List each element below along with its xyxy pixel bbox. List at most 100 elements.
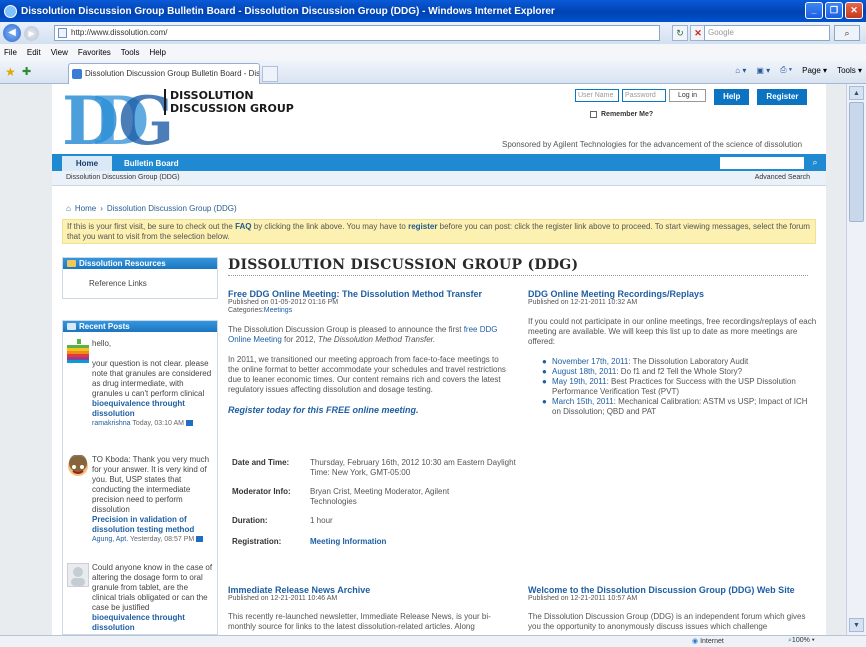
zoom-level[interactable]: ⌕100% ▾ [788,637,815,645]
article-news-archive: Immediate Release News Archive Published… [228,585,510,632]
add-favorite-icon[interactable]: ✚ [22,65,31,78]
recording-link[interactable]: March 15th, 2011 [552,397,614,406]
article-title[interactable]: Free DDG Online Meeting: The Dissolution… [228,289,508,299]
back-button[interactable]: ◀ [3,24,21,42]
post-icon[interactable] [185,420,193,427]
site-search-input[interactable] [720,157,804,169]
menu-view[interactable]: View [51,48,68,57]
article-date: Published on 01-05-2012 01:16 PM [228,299,339,306]
recording-link[interactable]: August 18th, 2011 [552,367,616,376]
browser-tab[interactable]: Dissolution Discussion Group Bulletin Bo… [68,63,260,84]
recording-link[interactable]: May 19th, 2011 [552,377,607,386]
tools-menu[interactable]: Tools ▾ [837,66,862,75]
post-icon[interactable] [196,536,204,543]
list-item: hello, your question is not clear. pleas… [67,339,215,451]
post-thread-link[interactable]: bioequivalence throught dissolution [92,399,214,419]
forward-button[interactable]: ▶ [24,25,39,41]
page-viewport: D D G DISSOLUTION DISCUSSION GROUP User … [0,84,846,635]
reference-links[interactable]: Reference Links [89,279,147,288]
search-input[interactable]: Google [704,25,830,41]
article-body: If you could not participate in our onli… [528,317,817,346]
refresh-icon[interactable]: ↻ [672,25,688,41]
menu-file[interactable]: File [4,48,17,57]
username-input[interactable]: User Name [575,89,619,102]
article-title[interactable]: Welcome to the Dissolution Discussion Gr… [528,585,818,595]
avatar-face [67,454,89,479]
title-divider [228,275,808,276]
article-body: In 2011, we transitioned our meeting app… [228,355,506,394]
remember-me[interactable]: Remember Me? [590,111,653,118]
menu-edit[interactable]: Edit [27,48,41,57]
resources-header: Dissolution Resources [63,258,217,269]
remember-checkbox[interactable] [590,111,597,118]
post-thread-link[interactable]: Precision in validation of dissolution t… [92,515,214,535]
window-title: Dissolution Discussion Group Bulletin Bo… [21,5,555,17]
meeting-info-link[interactable]: Meeting Information [310,537,520,547]
address-bar-row: ◀ ▶ http://www.dissolution.com/ ↻ ✕ Goog… [0,22,866,44]
password-input[interactable]: Password [622,89,666,102]
faq-link[interactable]: FAQ [235,222,251,231]
resources-block: Dissolution Resources Reference Links [62,257,218,299]
feeds-icon[interactable]: ▣ ▾ [756,66,770,75]
scroll-down-icon[interactable]: ▼ [849,618,864,632]
list-item: ● March 15th, 2011: Mechanical Calibratio… [542,397,808,416]
site-search-icon[interactable]: ⌕ [808,156,822,169]
scroll-up-icon[interactable]: ▲ [849,86,864,100]
register-link[interactable]: register [408,222,437,231]
breadcrumb-row: Dissolution Discussion Group (DDG) Advan… [52,171,826,186]
register-today-link[interactable]: Register today [228,405,291,415]
print-icon[interactable]: ⎙ ▾ [780,65,792,75]
list-item: ● August 18th, 2011: Do f1 and f2 Tell th… [542,367,743,376]
help-button[interactable]: Help [714,89,750,105]
recent-posts-block: Recent Posts hello, your question is not… [62,320,218,635]
favorites-star-icon[interactable]: ★ [5,65,16,79]
page-menu[interactable]: Page ▾ [802,66,827,75]
list-item: ● November 17th, 2011: The Dissolution La… [542,357,749,366]
url-input[interactable]: http://www.dissolution.com/ [54,25,660,41]
menu-favorites[interactable]: Favorites [78,48,111,57]
avatar-apple [67,339,89,363]
page-title: DISSOLUTION DISCUSSION GROUP (DDG) [228,257,579,273]
menu-bar: File Edit View Favorites Tools Help [0,44,866,60]
vertical-scrollbar[interactable]: ▲ ▼ [846,84,866,635]
register-button[interactable]: Register [757,89,808,105]
search-button[interactable]: ⌕ [834,25,860,41]
tab-favicon [72,69,82,79]
article-date: Published on 12-21-2011 10:57 AM [528,595,638,602]
maximize-button[interactable]: ❐ [825,2,843,19]
tab-home[interactable]: Home [62,156,112,171]
post-author[interactable]: ramakrishna [92,420,131,427]
new-tab-button[interactable] [262,66,278,82]
article-recordings: DDG Online Meeting Recordings/Replays Pu… [528,289,818,417]
web-page: D D G DISSOLUTION DISCUSSION GROUP User … [52,84,826,635]
posts-icon [67,323,76,330]
breadcrumb-home[interactable]: Home [75,204,96,213]
post-text: TO Kboda: Thank you very much for your a… [92,455,210,514]
login-box: User Name Password Log in Help Register [575,89,808,105]
tab-bulletin-board[interactable]: Bulletin Board [124,156,179,171]
status-bar: ◉ Internet ⌕100% ▾ [0,635,866,647]
advanced-search-link[interactable]: Advanced Search [755,174,810,181]
breadcrumb-current: Dissolution Discussion Group (DDG) [106,204,237,213]
article-free-meeting: Free DDG Online Meeting: The Dissolution… [228,289,508,415]
home-icon[interactable]: ⌂ [66,204,71,213]
scroll-thumb[interactable] [849,102,864,222]
title-bar: Dissolution Discussion Group Bulletin Bo… [0,0,866,22]
menu-tools[interactable]: Tools [121,48,140,57]
breadcrumb[interactable]: Dissolution Discussion Group (DDG) [66,174,180,181]
favorites-bar: ★ ✚ Dissolution Discussion Group Bulleti… [0,60,866,84]
article-title[interactable]: DDG Online Meeting Recordings/Replays [528,289,818,299]
login-button[interactable]: Log in [669,89,707,102]
globe-icon: ◉ [692,638,699,645]
post-thread-link[interactable]: bioequivalence throught dissolution [92,613,214,633]
menu-help[interactable]: Help [149,48,165,57]
post-author[interactable]: Agung, Apt. [92,536,128,543]
minimize-button[interactable]: _ [805,2,823,19]
article-title[interactable]: Immediate Release News Archive [228,585,510,595]
list-item: TO Kboda: Thank you very much for your a… [67,454,215,555]
site-brand: DISSOLUTION DISCUSSION GROUP [164,89,294,115]
category-link[interactable]: Meetings [264,307,292,314]
home-icon[interactable]: ⌂ ▾ [735,66,746,75]
recording-link[interactable]: November 17th, 2011 [552,357,628,366]
close-button[interactable]: ✕ [845,2,863,19]
